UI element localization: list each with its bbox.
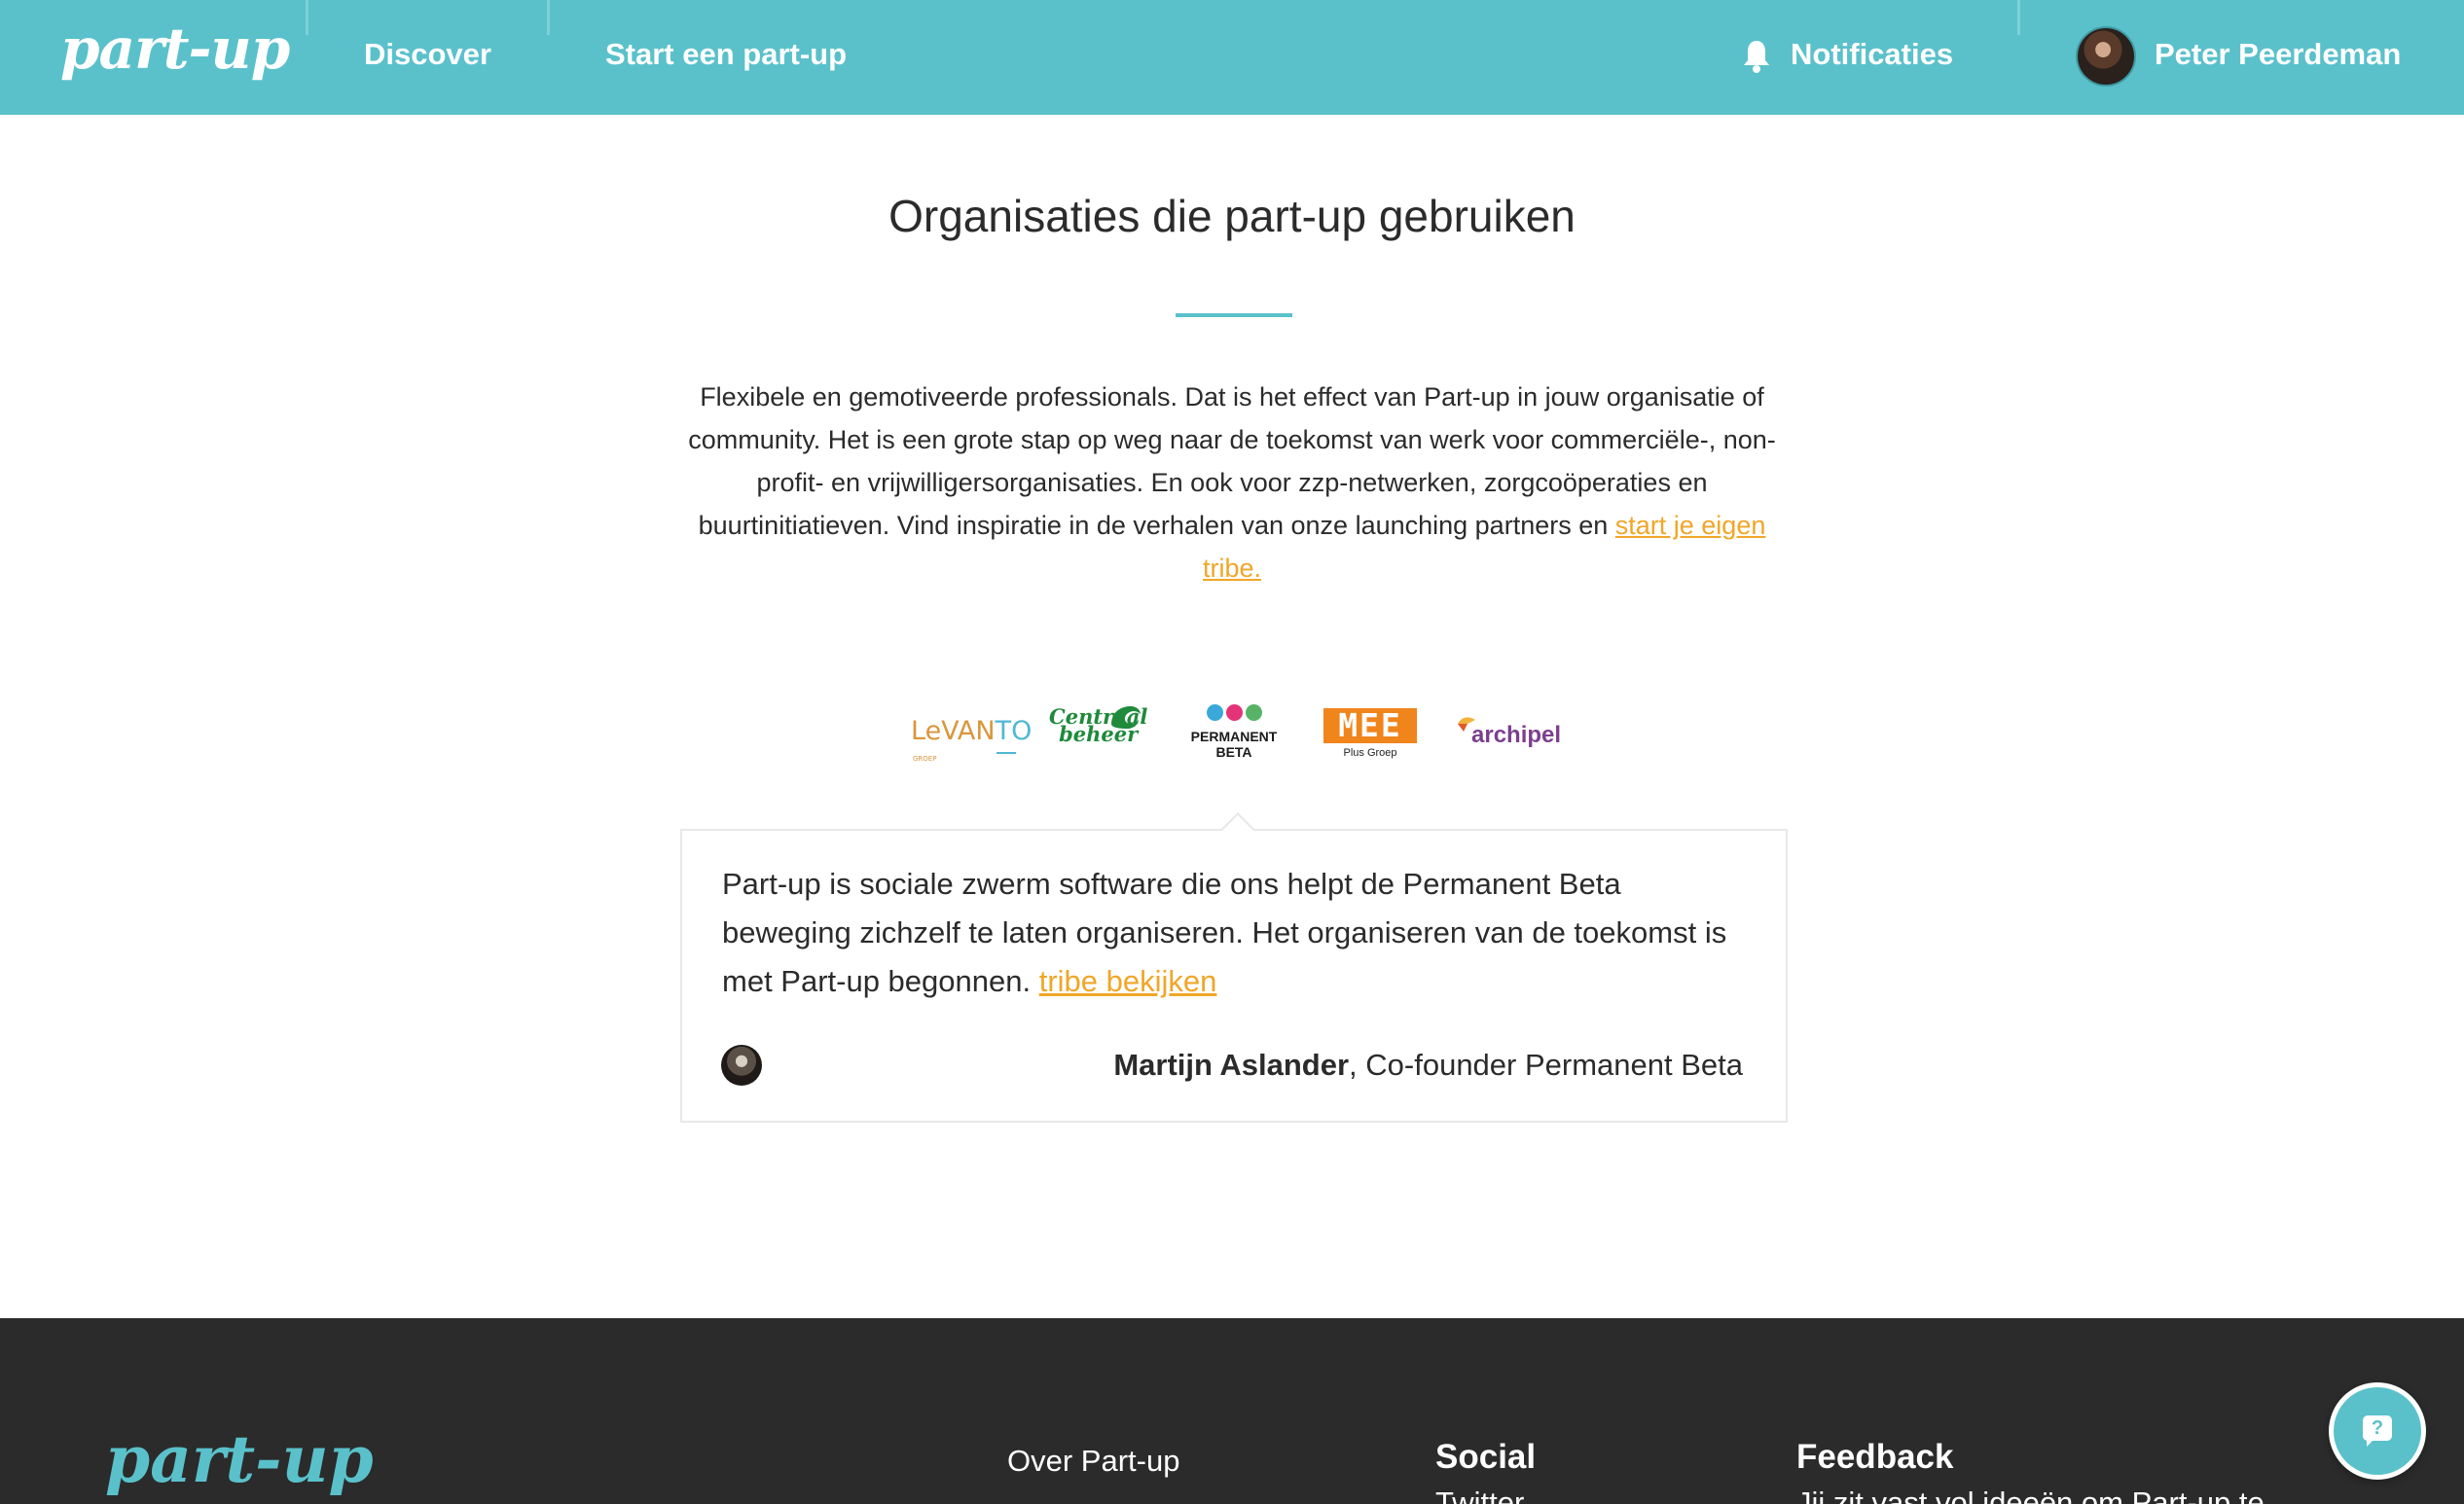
footer: part-up Over Part-up Social Twitter Feed… xyxy=(0,1318,2464,1504)
org-logo-levanto[interactable]: LeVANTO GROEP xyxy=(911,716,1033,763)
dot-green xyxy=(1245,704,1262,721)
author-role: , Co-founder Permanent Beta xyxy=(1349,1048,1743,1082)
permanent-beta-fine-print xyxy=(1185,763,1283,778)
author-avatar xyxy=(721,1045,762,1086)
nav-discover[interactable]: Discover xyxy=(364,37,491,72)
nav-start-part-up[interactable]: Start een part-up xyxy=(605,37,847,72)
dot-pink xyxy=(1225,704,1243,721)
intro-paragraph: Flexibele en gemotiveerde professionals.… xyxy=(671,376,1793,590)
nav-divider xyxy=(547,0,550,35)
user-menu[interactable]: Peter Peerdeman xyxy=(2155,37,2401,72)
testimonial-card: Part-up is sociale zwerm software die on… xyxy=(680,829,1788,1123)
testimonial-quote: Part-up is sociale zwerm software die on… xyxy=(722,860,1734,1006)
testimonial-text: Part-up is sociale zwerm software die on… xyxy=(722,867,1727,998)
org-logo-mee[interactable]: MEE Plus Groep xyxy=(1323,708,1417,759)
notifications-link[interactable]: Notificaties xyxy=(1791,37,1953,72)
mee-logo-text: MEE xyxy=(1323,708,1417,743)
dot-blue xyxy=(1206,704,1223,721)
organization-logos: LeVANTO GROEP Centraal beheer PERMANENT B… xyxy=(0,700,2464,788)
nav-divider xyxy=(306,0,308,35)
permanent-beta-dots xyxy=(1185,704,1283,721)
org-logo-centraal-beheer[interactable]: Centraal beheer xyxy=(1049,706,1147,744)
footer-feedback-heading: Feedback xyxy=(1796,1438,1954,1476)
levanto-logo-line xyxy=(996,752,1016,754)
footer-social-link[interactable]: Twitter xyxy=(1435,1486,1524,1504)
help-chat-button[interactable]: ? xyxy=(2329,1382,2426,1480)
part-up-logo[interactable]: part-up xyxy=(60,16,290,82)
archipel-logo-tagline xyxy=(1473,749,1474,755)
levanto-logo-sub: GROEP xyxy=(913,755,937,763)
footer-feedback-text: Jij zit vast vol ideeën om Part-up te xyxy=(1796,1486,2265,1504)
top-navigation-bar: part-up Discover Start een part-up Notif… xyxy=(0,0,2464,115)
testimonial-author: Martijn Aslander, Co-founder Permanent B… xyxy=(1113,1048,1743,1083)
intro-text: Flexibele en gemotiveerde professionals.… xyxy=(688,382,1776,540)
footer-logo[interactable]: part-up xyxy=(105,1421,374,1497)
page-title: Organisaties die part-up gebruiken xyxy=(888,191,1576,241)
footer-link-about[interactable]: Over Part-up xyxy=(1007,1444,1179,1479)
archipel-logo-text: archipel xyxy=(1471,722,1562,748)
author-name: Martijn Aslander xyxy=(1113,1048,1350,1082)
footer-social-heading: Social xyxy=(1435,1438,1537,1476)
centraal-beheer-mark-icon xyxy=(1111,706,1141,729)
nav-divider xyxy=(2017,0,2020,35)
bell-icon[interactable] xyxy=(1741,39,1772,74)
permanent-beta-text: PERMANENT BETA xyxy=(1190,729,1278,760)
user-avatar[interactable] xyxy=(2076,26,2136,87)
view-tribe-link[interactable]: tribe bekijken xyxy=(1039,964,1217,998)
quote-pointer-fill xyxy=(1221,815,1254,832)
help-bubble-tail xyxy=(2367,1438,2375,1447)
levanto-logo-text: LeVANTO xyxy=(911,716,1033,746)
org-logo-permanent-beta[interactable]: PERMANENT BETA xyxy=(1185,704,1283,778)
title-underline xyxy=(1176,313,1292,317)
mee-logo-sub: Plus Groep xyxy=(1343,747,1397,759)
